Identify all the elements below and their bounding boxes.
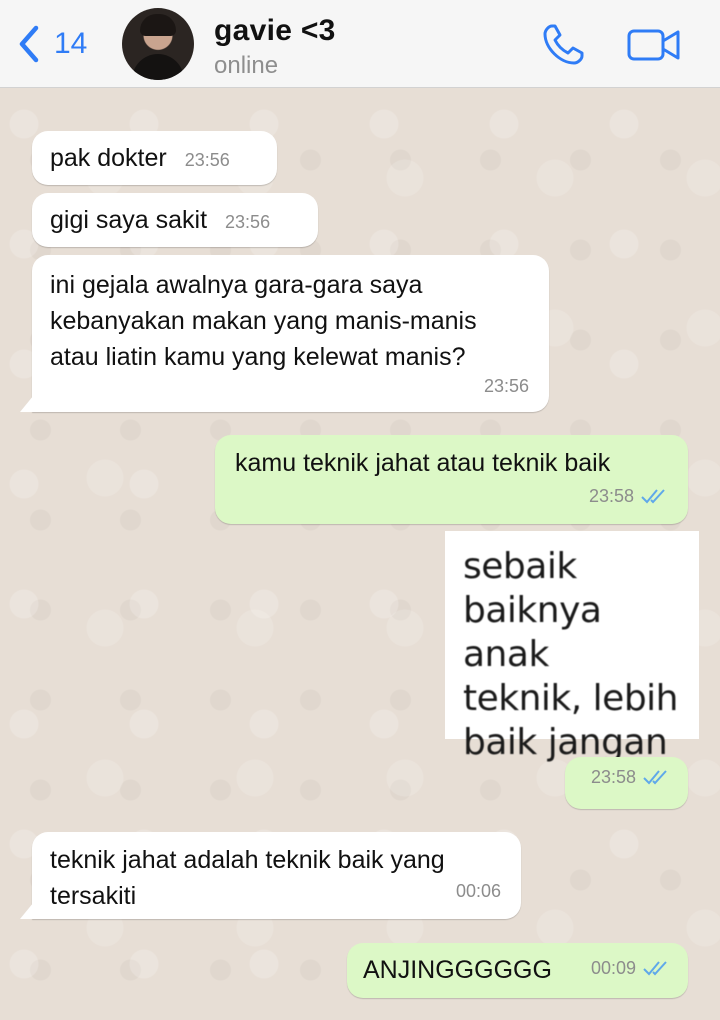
avatar[interactable] xyxy=(122,8,194,80)
message-time: 00:06 xyxy=(455,881,501,901)
message-line: tersakiti xyxy=(50,882,137,910)
phone-icon[interactable] xyxy=(540,22,586,68)
message-time: 23:56 xyxy=(184,150,230,170)
message-bubble[interactable]: gigi saya sakit 23:56 xyxy=(32,193,318,247)
sticker-line: sebaik xyxy=(463,546,577,587)
message-line: ini gejala awalnya gara-gara saya xyxy=(50,271,423,299)
contact-name[interactable]: gavie <3 xyxy=(214,14,336,48)
back-button[interactable]: 14 xyxy=(16,22,87,66)
message-bubble[interactable]: kamu teknik jahat atau teknik baik 23:58 xyxy=(215,435,688,524)
message-time: 23:56 xyxy=(225,212,271,232)
message-bubble[interactable]: teknik jahat adalah teknik baik yang ter… xyxy=(20,832,521,919)
message-line: atau liatin kamu yang kelewat manis? xyxy=(50,343,466,371)
message-bubble[interactable]: ini gejala awalnya gara-gara saya kebany… xyxy=(20,255,549,412)
message-time: 23:56 xyxy=(483,376,529,396)
message-text: ANJINGGGGGG xyxy=(363,956,552,984)
video-camera-icon[interactable] xyxy=(626,26,682,64)
message-text: pak dokter xyxy=(50,144,167,172)
sticker-time-badge: 23:58 xyxy=(565,757,688,809)
bubble-tail xyxy=(20,897,38,919)
bubble-tail xyxy=(20,390,38,412)
double-check-icon xyxy=(643,770,667,785)
message-time: 23:58 xyxy=(590,767,636,787)
message-line: kebanyakan makan yang manis-manis xyxy=(50,307,477,335)
message-line: teknik jahat adalah teknik baik yang xyxy=(50,846,445,874)
sticker-line: baiknya anak xyxy=(463,590,602,675)
message-time: 23:58 xyxy=(588,486,634,506)
chevron-left-icon xyxy=(19,25,39,63)
double-check-icon xyxy=(641,489,665,504)
sticker-line: teknik, lebih xyxy=(463,678,678,719)
unread-count: 14 xyxy=(54,27,88,60)
double-check-icon xyxy=(643,961,667,976)
chat-header: 14 gavie <3 online xyxy=(0,0,720,88)
message-text: gigi saya sakit xyxy=(50,206,208,234)
message-text: kamu teknik jahat atau teknik baik xyxy=(235,449,611,477)
message-bubble[interactable]: ANJINGGGGGG 00:09 xyxy=(347,943,688,998)
sticker-image[interactable]: sebaik baiknya anak teknik, lebih baik j… xyxy=(445,531,699,763)
message-bubble[interactable]: pak dokter 23:56 xyxy=(32,131,277,185)
message-time: 00:09 xyxy=(590,958,636,978)
contact-status: online xyxy=(214,52,279,79)
